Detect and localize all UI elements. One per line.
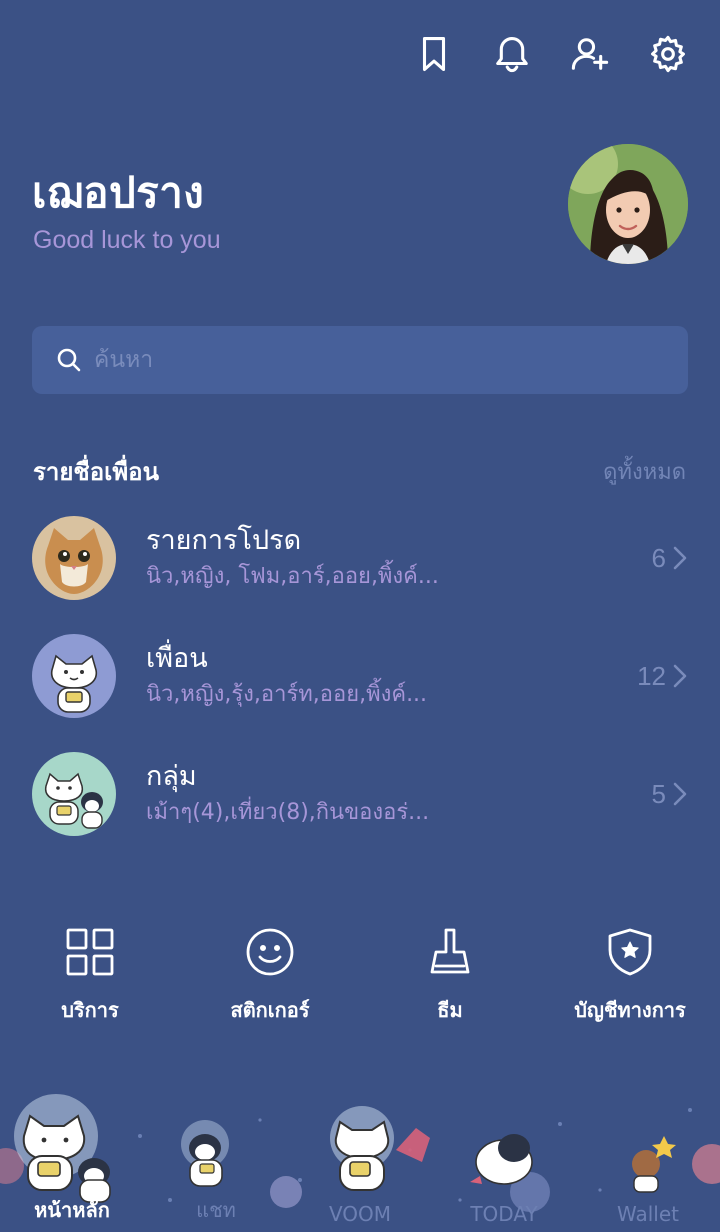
bottom-tab-bar: หน้าหลัก แชท VOOM TODAY Wallet bbox=[0, 1080, 720, 1232]
list-item-favorites[interactable]: รายการโปรด นิว,หญิง, โฟม,อาร์,ออย,พิ้งค์… bbox=[32, 515, 688, 601]
bell-icon bbox=[496, 37, 528, 73]
see-all-link[interactable]: ดูทั้งหมด bbox=[603, 454, 686, 489]
list-item-title: กลุ่ม bbox=[146, 761, 197, 792]
search-icon bbox=[57, 348, 81, 372]
service-label: บริการ bbox=[61, 998, 119, 1022]
count-value: 5 bbox=[651, 778, 666, 809]
service-services[interactable]: บริการ bbox=[0, 926, 180, 1026]
chevron-right-icon bbox=[673, 782, 687, 806]
friends-section-title: รายชื่อเพื่อน bbox=[33, 458, 159, 486]
tab-today[interactable]: TODAY bbox=[432, 1202, 576, 1226]
tab-chats[interactable]: แชท bbox=[144, 1194, 288, 1226]
chevron-right-icon bbox=[673, 546, 687, 570]
list-item-count: 6 bbox=[652, 543, 688, 574]
list-item-title: เพื่อน bbox=[146, 643, 208, 674]
bookmark-icon bbox=[422, 37, 446, 71]
add-friend-button[interactable] bbox=[570, 30, 610, 78]
shield-star-icon bbox=[608, 928, 652, 976]
service-label: ธีม bbox=[437, 998, 463, 1022]
services-bar: บริการ สติกเกอร์ ธีม บัญชีทางการ bbox=[0, 926, 720, 1026]
tab-voom[interactable]: VOOM bbox=[288, 1202, 432, 1226]
grid-icon bbox=[66, 928, 114, 976]
chevron-right-icon bbox=[673, 664, 687, 688]
settings-button[interactable] bbox=[648, 30, 688, 78]
friends-thumbnail bbox=[32, 634, 116, 718]
notifications-button[interactable] bbox=[492, 30, 532, 78]
count-value: 12 bbox=[637, 660, 666, 691]
search-input[interactable] bbox=[94, 347, 654, 373]
list-item-subtitle: นิว,หญิง,รุ้ง,อาร์ท,ออย,พิ้งค์... bbox=[146, 682, 428, 707]
profile-photo bbox=[568, 144, 688, 264]
service-label: สติกเกอร์ bbox=[230, 998, 310, 1022]
add-friend-icon bbox=[571, 38, 609, 70]
list-item-title: รายการโปรด bbox=[146, 525, 302, 556]
service-label: บัญชีทางการ bbox=[574, 998, 686, 1022]
list-item-groups[interactable]: กลุ่ม เม้าๆ(4),เที่ยว(8),กินของอร่... 5 bbox=[32, 751, 688, 837]
list-item-friends[interactable]: เพื่อน นิว,หญิง,รุ้ง,อาร์ท,ออย,พิ้งค์...… bbox=[32, 633, 688, 719]
brush-icon bbox=[430, 928, 470, 974]
tab-wallet[interactable]: Wallet bbox=[576, 1202, 720, 1226]
smiley-icon bbox=[246, 928, 294, 976]
list-item-subtitle: นิว,หญิง, โฟม,อาร์,ออย,พิ้งค์... bbox=[146, 564, 439, 589]
list-item-count: 5 bbox=[652, 779, 688, 810]
top-bar bbox=[414, 30, 688, 78]
profile-status-message[interactable]: Good luck to you bbox=[33, 226, 221, 255]
count-value: 6 bbox=[651, 542, 666, 573]
profile-name[interactable]: เฌอปราง bbox=[32, 160, 204, 226]
service-themes[interactable]: ธีม bbox=[360, 926, 540, 1026]
tab-home[interactable]: หน้าหลัก bbox=[0, 1194, 144, 1226]
list-item-subtitle: เม้าๆ(4),เที่ยว(8),กินของอร่... bbox=[146, 800, 430, 825]
search-bar[interactable] bbox=[32, 326, 688, 394]
bookmark-button[interactable] bbox=[414, 30, 454, 78]
list-item-count: 12 bbox=[637, 661, 688, 692]
favorites-thumbnail bbox=[32, 516, 116, 600]
groups-thumbnail bbox=[32, 752, 116, 836]
avatar[interactable] bbox=[568, 144, 688, 264]
service-official-accounts[interactable]: บัญชีทางการ bbox=[540, 926, 720, 1026]
gear-icon bbox=[651, 35, 685, 73]
service-stickers[interactable]: สติกเกอร์ bbox=[180, 926, 360, 1026]
